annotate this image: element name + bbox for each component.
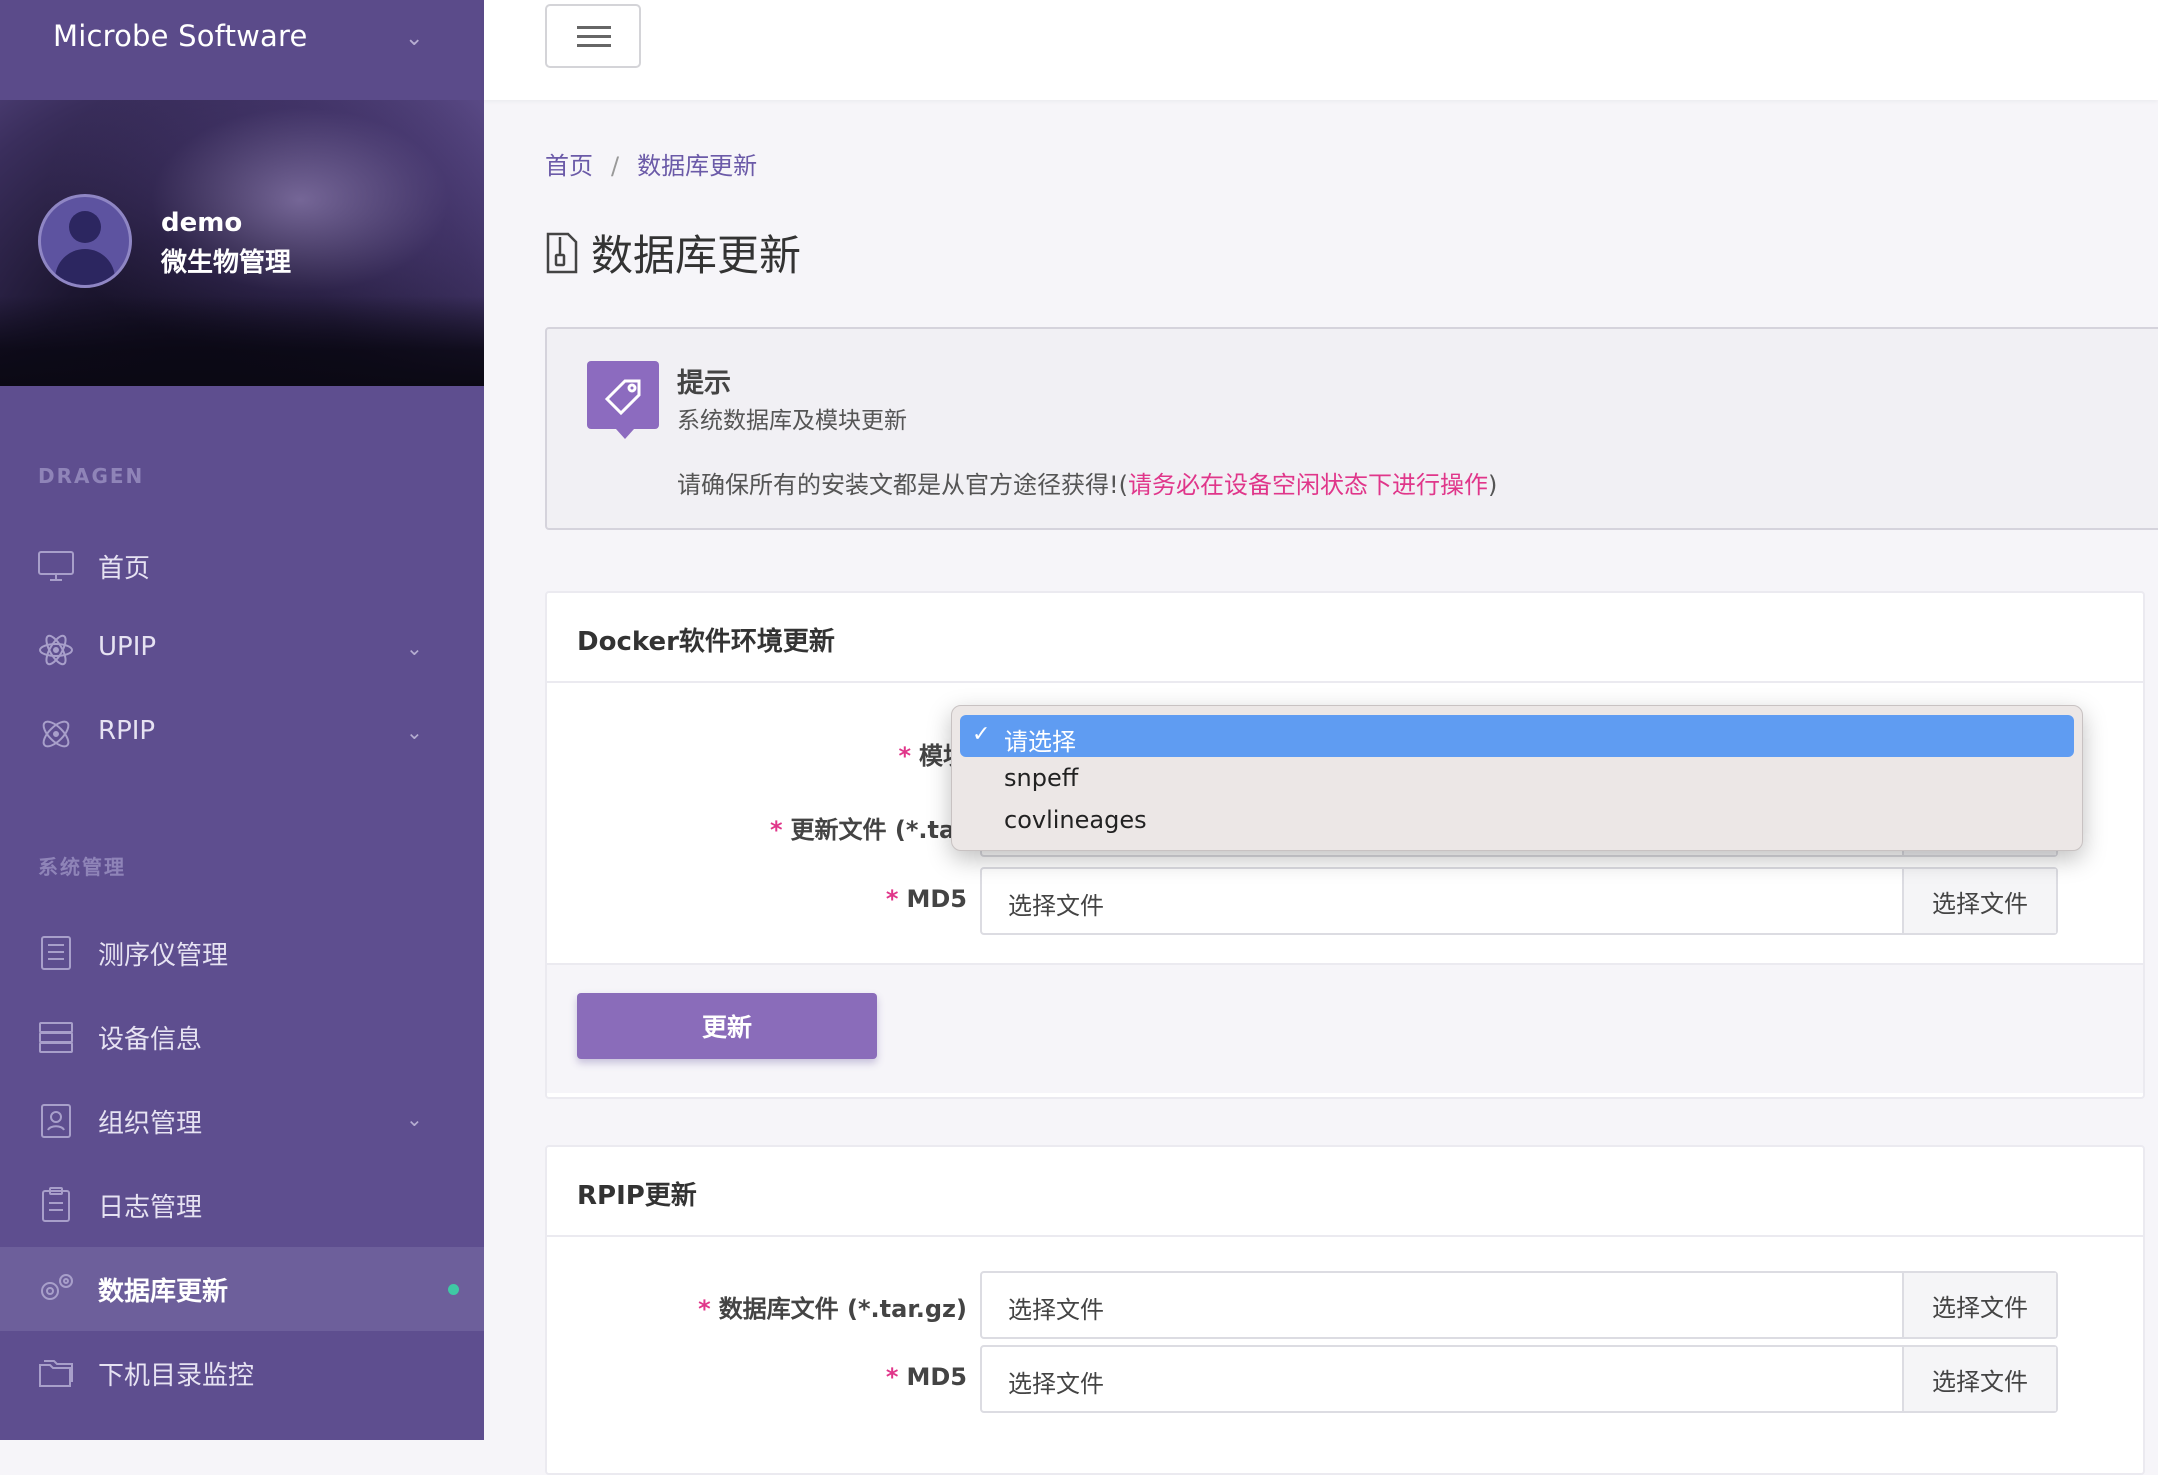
md5-file-placeholder: 选择文件: [1008, 892, 1104, 920]
sidebar-item-home[interactable]: 首页: [0, 524, 484, 608]
update-file-label-text: 更新文件 (*.tar: [790, 816, 968, 844]
checkmark-icon: ✓: [972, 722, 991, 747]
md5-browse-button[interactable]: 选择文件: [1902, 869, 2056, 933]
sidebar-item-label: UPIP: [98, 632, 157, 662]
chevron-down-icon: ⌄: [406, 720, 423, 744]
list-icon: [41, 936, 71, 970]
background-silhouette: [0, 296, 484, 386]
chevron-down-icon: ⌄: [406, 636, 423, 660]
chevron-down-icon[interactable]: ⌄: [405, 26, 423, 51]
sidebar-item-label: RPIP: [98, 716, 156, 746]
required-mark: *: [885, 885, 899, 913]
clipboard-icon: [42, 1187, 70, 1222]
info-alert: 提示 系统数据库及模块更新 请确保所有的安装文都是从官方途径获得!(请务必在设备…: [545, 327, 2158, 530]
card-title: Docker软件环境更新: [577, 627, 835, 657]
sidebar: Microbe Software ⌄ demo 微生物管理 DRAGEN 首页 …: [0, 0, 484, 1440]
user-profile: demo 微生物管理: [0, 100, 484, 386]
dropdown-option-placeholder[interactable]: ✓ 请选择: [960, 715, 2074, 757]
user-role: 微生物管理: [161, 248, 292, 278]
db-file-label: * 数据库文件 (*.tar.gz): [547, 1289, 967, 1324]
tag-icon: [587, 361, 659, 439]
alert-title: 提示: [677, 368, 731, 399]
card-header: RPIP更新: [547, 1147, 2143, 1237]
nav-section-dragen: DRAGEN: [38, 464, 145, 488]
server-icon: [39, 1022, 73, 1053]
sidebar-item-upip[interactable]: UPIP ⌄: [0, 608, 484, 692]
brand-bar[interactable]: Microbe Software ⌄: [0, 0, 484, 100]
monitor-icon: [38, 551, 74, 581]
md5-label-text: MD5: [906, 885, 967, 913]
sidebar-item-label: 数据库更新: [98, 1277, 229, 1307]
sidebar-item-org[interactable]: 组织管理 ⌄: [0, 1079, 484, 1163]
sidebar-item-label: 测序仪管理: [98, 941, 229, 971]
alert-message-text: 请确保所有的安装文都是从官方途径获得!(: [677, 471, 1128, 499]
sidebar-item-label: 设备信息: [98, 1025, 203, 1055]
breadcrumb-separator: /: [611, 152, 620, 180]
chevron-down-icon: ⌄: [406, 1107, 423, 1131]
md5-file-input[interactable]: 选择文件 选择文件: [980, 867, 2058, 935]
active-indicator: [448, 1284, 459, 1295]
card-title: RPIP更新: [577, 1181, 697, 1211]
sidebar-item-rpip[interactable]: RPIP ⌄: [0, 692, 484, 776]
breadcrumb-home-link[interactable]: 首页: [545, 152, 593, 180]
dropdown-option-label: covlineages: [1004, 806, 1147, 834]
dropdown-option-covlineages[interactable]: covlineages: [960, 799, 2074, 841]
alert-message: 请确保所有的安装文都是从官方途径获得!(请务必在设备空闲状态下进行操作): [677, 465, 1497, 500]
alert-subtitle: 系统数据库及模块更新: [677, 408, 907, 434]
rpip-md5-placeholder: 选择文件: [1008, 1370, 1104, 1398]
card-header: Docker软件环境更新: [547, 593, 2143, 683]
required-mark: *: [898, 742, 911, 770]
card-footer: 更新: [547, 963, 2143, 1093]
menu-toggle-button[interactable]: [545, 4, 641, 68]
sidebar-item-device-info[interactable]: 设备信息: [0, 995, 484, 1079]
gears-icon: [41, 1274, 73, 1300]
contact-icon: [41, 1104, 71, 1138]
update-button[interactable]: 更新: [577, 993, 877, 1059]
module-label: * 模块: [547, 736, 967, 771]
rpip-md5-browse-button[interactable]: 选择文件: [1902, 1347, 2056, 1411]
folders-icon: [39, 1360, 73, 1387]
page-title: 数据库更新: [545, 222, 801, 283]
md5-label: * MD5: [547, 885, 967, 913]
required-mark: *: [769, 816, 783, 844]
alert-message-end: ): [1487, 471, 1498, 499]
required-mark: *: [698, 1295, 711, 1323]
avatar[interactable]: [38, 194, 132, 288]
sidebar-item-label: 下机目录监控: [98, 1361, 255, 1391]
rpip-md5-label-text: MD5: [906, 1363, 967, 1391]
update-file-label: * 更新文件 (*.tar: [547, 810, 967, 845]
db-file-label-text: 数据库文件 (*.tar.gz): [718, 1295, 967, 1323]
page-title-text: 数据库更新: [591, 231, 802, 280]
db-browse-button[interactable]: 选择文件: [1902, 1273, 2056, 1337]
dropdown-option-label: 请选择: [1004, 728, 1076, 756]
sidebar-item-dir-monitor[interactable]: 下机目录监控: [0, 1331, 484, 1415]
breadcrumb: 首页 / 数据库更新: [545, 146, 757, 181]
dropdown-option-snpeff[interactable]: snpeff: [960, 757, 2074, 799]
top-bar: [484, 0, 2158, 100]
sidebar-item-label: 首页: [98, 554, 151, 584]
module-dropdown-menu: ✓ 请选择 snpeff covlineages: [951, 705, 2083, 851]
dropdown-option-label: snpeff: [1004, 764, 1079, 792]
rpip-md5-file-input[interactable]: 选择文件 选择文件: [980, 1345, 2058, 1413]
nav-section-system: 系统管理: [38, 855, 126, 879]
alert-warning: 请务必在设备空闲状态下进行操作: [1127, 471, 1488, 499]
sidebar-item-db-update[interactable]: 数据库更新: [0, 1247, 484, 1331]
sidebar-item-logs[interactable]: 日志管理: [0, 1163, 484, 1247]
sidebar-item-label: 日志管理: [98, 1193, 203, 1223]
db-file-placeholder: 选择文件: [1008, 1296, 1104, 1324]
molecule-icon: [42, 720, 70, 748]
rpip-update-card: RPIP更新 * 数据库文件 (*.tar.gz) 选择文件 选择文件 * MD5 …: [545, 1145, 2145, 1475]
zip-file-icon: [546, 232, 578, 273]
atom-icon: [39, 634, 73, 666]
required-mark: *: [885, 1363, 899, 1391]
breadcrumb-current[interactable]: 数据库更新: [637, 152, 757, 180]
db-file-input[interactable]: 选择文件 选择文件: [980, 1271, 2058, 1339]
sidebar-item-label: 组织管理: [98, 1109, 203, 1139]
sidebar-item-sequencer[interactable]: 测序仪管理: [0, 911, 484, 995]
user-name: demo: [161, 208, 243, 238]
rpip-md5-label: * MD5: [547, 1363, 967, 1391]
brand-name: Microbe Software: [53, 19, 308, 53]
